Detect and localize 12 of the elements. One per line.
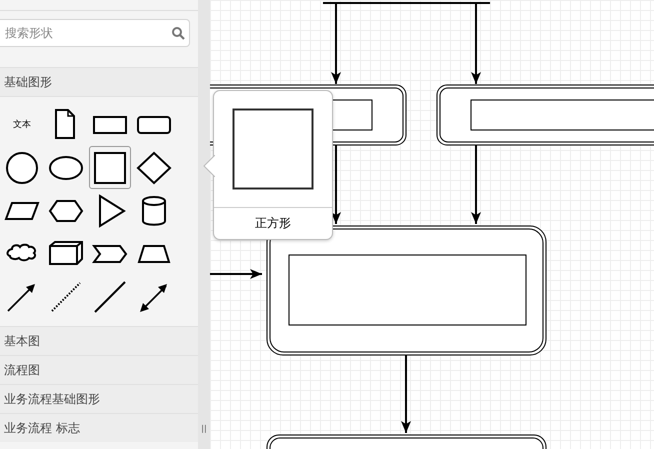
palette-category[interactable]: 业务流程基础图形: [0, 384, 198, 413]
palette-header[interactable]: 基础图形: [0, 67, 198, 97]
resize-handle[interactable]: ||: [201, 424, 207, 433]
palette-category[interactable]: 基本图: [0, 326, 198, 355]
palette-category[interactable]: 流程图: [0, 355, 198, 384]
search-icon: [171, 26, 185, 40]
search-field[interactable]: 搜索形状: [0, 19, 190, 47]
square-shape[interactable]: [89, 146, 131, 189]
shape-name-label: 正方形: [214, 207, 332, 239]
text-shape[interactable]: 文本: [1, 103, 43, 146]
palette-category[interactable]: 业务流程 标志: [0, 413, 198, 442]
connector-arrow: [210, 269, 262, 279]
